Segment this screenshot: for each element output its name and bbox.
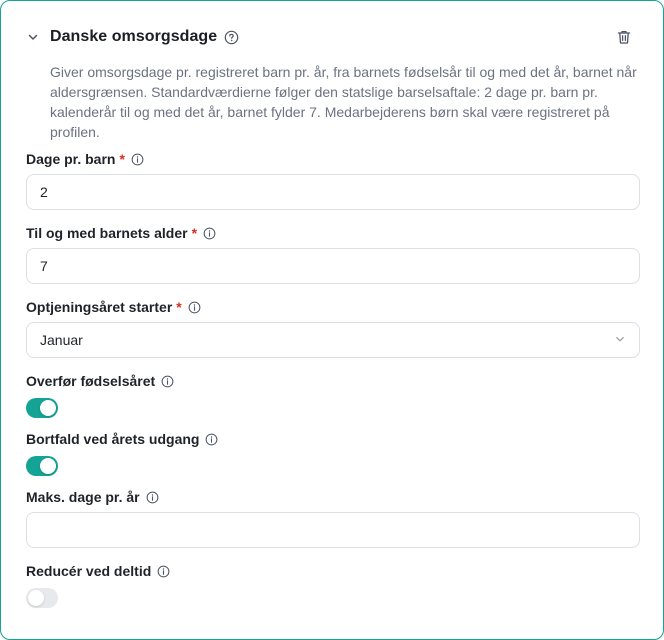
days-per-child-label-text: Dage pr. barn xyxy=(26,151,116,167)
reduce-part-time-toggle[interactable] xyxy=(26,588,58,608)
toggle-knob xyxy=(40,458,56,474)
info-icon[interactable] xyxy=(203,227,216,240)
expire-at-year-end-field: Bortfald ved årets udgang xyxy=(26,430,640,476)
omsorgsdage-card: Danske omsorgsdage Giver omsorgsdage pr.… xyxy=(0,0,664,640)
toggle-knob xyxy=(40,400,56,416)
accrual-year-start-field: Optjeningsåret starter * Januar xyxy=(26,298,640,358)
reduce-part-time-label: Reducér ved deltid xyxy=(26,562,640,580)
transfer-birth-year-label-text: Overfør fødselsåret xyxy=(26,373,156,389)
child-age-limit-input[interactable]: 7 xyxy=(26,248,640,284)
days-per-child-input[interactable]: 2 xyxy=(26,174,640,210)
max-days-per-year-label: Maks. dage pr. år xyxy=(26,488,640,506)
transfer-birth-year-field: Overfør fødselsåret xyxy=(26,372,640,418)
required-marker: * xyxy=(176,299,182,315)
select-value: Januar xyxy=(40,332,83,348)
max-days-per-year-input[interactable] xyxy=(26,512,640,548)
card-description: Giver omsorgsdage pr. registreret barn p… xyxy=(50,64,637,140)
accrual-year-start-label: Optjeningsåret starter * xyxy=(26,298,640,316)
required-marker: * xyxy=(119,151,125,167)
info-icon[interactable] xyxy=(188,301,201,314)
transfer-birth-year-toggle[interactable] xyxy=(26,398,58,418)
info-icon[interactable] xyxy=(131,153,144,166)
chevron-down-icon[interactable] xyxy=(25,29,41,45)
max-days-per-year-label-text: Maks. dage pr. år xyxy=(26,489,140,505)
days-per-child-label: Dage pr. barn * xyxy=(26,150,640,168)
accrual-year-start-select[interactable]: Januar xyxy=(26,322,640,358)
info-icon[interactable] xyxy=(205,433,218,446)
info-icon[interactable] xyxy=(161,375,174,388)
required-marker: * xyxy=(191,225,198,241)
max-days-per-year-field: Maks. dage pr. år xyxy=(26,488,640,548)
child-age-limit-label-text: Til og med barnets alder xyxy=(26,225,188,241)
expire-at-year-end-toggle[interactable] xyxy=(26,456,58,476)
card-header: Danske omsorgsdage xyxy=(25,25,633,49)
info-icon[interactable] xyxy=(146,491,159,504)
reduce-part-time-label-text: Reducér ved deltid xyxy=(26,563,152,579)
child-age-limit-label: Til og med barnets alder * xyxy=(26,224,640,242)
expire-at-year-end-label: Bortfald ved årets udgang xyxy=(26,430,640,448)
reduce-part-time-field: Reducér ved deltid xyxy=(26,562,640,608)
chevron-down-icon xyxy=(614,332,626,348)
info-icon[interactable] xyxy=(157,565,170,578)
transfer-birth-year-label: Overfør fødselsåret xyxy=(26,372,640,390)
child-age-limit-field: Til og med barnets alder * 7 xyxy=(26,224,640,284)
days-per-child-field: Dage pr. barn * 2 xyxy=(26,150,640,210)
trash-icon[interactable] xyxy=(615,28,633,46)
card-title: Danske omsorgsdage xyxy=(50,28,218,45)
expire-at-year-end-label-text: Bortfald ved årets udgang xyxy=(26,431,200,447)
help-circle-icon[interactable] xyxy=(224,29,240,45)
accrual-year-start-label-text: Optjeningsåret starter xyxy=(26,299,173,315)
toggle-knob xyxy=(28,590,44,606)
